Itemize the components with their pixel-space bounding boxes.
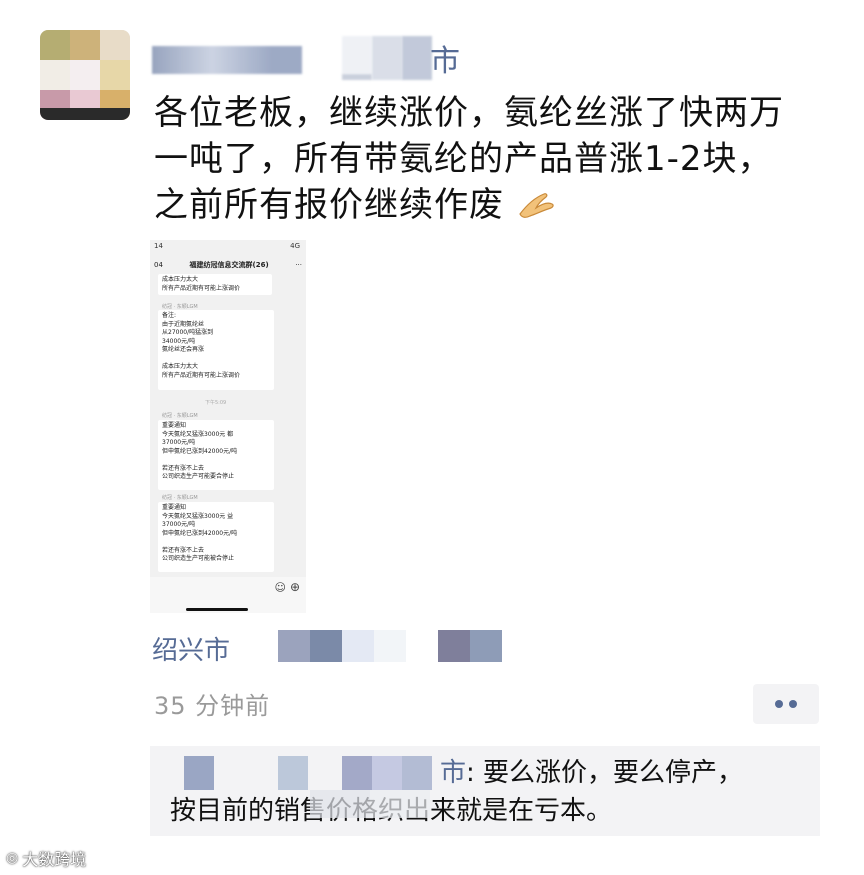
location-mask xyxy=(310,630,342,662)
input-bar: ☺ ⊕ xyxy=(150,577,306,613)
post-line-1: 各位老板，继续涨价，氨纶丝涨了快两万 xyxy=(154,93,784,133)
location-link[interactable]: 绍兴市 xyxy=(152,630,230,667)
emoji-icon: ☺ xyxy=(274,581,286,594)
post-line-3: 之前所有报价继续作废 xyxy=(154,182,834,228)
location-mask xyxy=(278,630,310,662)
commenter-name[interactable]: 市 xyxy=(440,758,466,788)
post-image[interactable]: 14 4G 04 福建纺冠信息交流群(26) ··· 成本压力太大 所有产品近期… xyxy=(150,240,306,613)
comment-text: 市: 要么涨价，要么停产， 按目前的销售价格织出来就是在亏本。 xyxy=(170,754,743,830)
home-indicator xyxy=(186,608,248,611)
chat-title-bar: 04 福建纺冠信息交流群(26) ··· xyxy=(150,256,306,274)
more-icon: ··· xyxy=(295,261,302,269)
back-count: 04 xyxy=(154,261,163,269)
comment-line-2: 按目前的销售价格织出来就是在亏本。 xyxy=(170,792,743,830)
comment-mask xyxy=(370,790,430,818)
group-title: 福建纺冠信息交流群(26) xyxy=(189,261,269,269)
status-bar: 14 4G xyxy=(154,242,300,250)
dot-icon xyxy=(789,700,797,708)
chat-message: 重要通知 今天氨纶又猛涨3000元 都 37000元/吨 但申氨纶已涨到4200… xyxy=(158,420,274,490)
post-line-2: 一吨了，所有带氨纶的产品普涨1-2块， xyxy=(154,139,773,179)
dot-icon xyxy=(775,700,783,708)
author-name-suffix: 市 xyxy=(430,44,460,79)
post-time: 35 分钟前 xyxy=(154,692,271,720)
location-mask xyxy=(374,630,406,662)
comment-box[interactable]: 市: 要么涨价，要么停产， 按目前的销售价格织出来就是在亏本。 xyxy=(150,746,820,836)
plus-icon: ⊕ xyxy=(289,580,300,594)
watermark: ◎ 大数跨境 xyxy=(6,850,87,869)
location-mask xyxy=(470,630,502,662)
comment-line-1: 市: 要么涨价，要么停产， xyxy=(440,758,744,788)
comment-mask xyxy=(310,790,370,818)
chat-message: 重要通知 今天氨纶又猛涨3000元 益 37000元/吨 但申氨纶已涨到4200… xyxy=(158,502,274,572)
logo-icon: ◎ xyxy=(6,850,19,866)
chat-sender: 纺冠 · 东颖LGM xyxy=(162,495,198,501)
chat-message: 备注: 由于近期氨纶丝 从27000/吨猛涨到 34000元/吨 氨纶丝还会再涨… xyxy=(158,310,274,390)
location-mask xyxy=(342,630,374,662)
pray-hands-icon xyxy=(516,186,556,218)
chat-message: 成本压力太大 所有产品近期有可能上涨调价 xyxy=(158,274,272,295)
chat-timestamp: 下午5:09 xyxy=(205,400,227,406)
avatar[interactable] xyxy=(40,30,130,120)
chat-sender: 纺冠 · 东颖LGM xyxy=(162,413,198,419)
chat-sender: 纺冠 · 东颖LGM xyxy=(162,304,198,310)
location-mask xyxy=(438,630,470,662)
more-actions-button[interactable] xyxy=(753,684,819,724)
post-text: 各位老板，继续涨价，氨纶丝涨了快两万 一吨了，所有带氨纶的产品普涨1-2块， 之… xyxy=(154,90,834,228)
